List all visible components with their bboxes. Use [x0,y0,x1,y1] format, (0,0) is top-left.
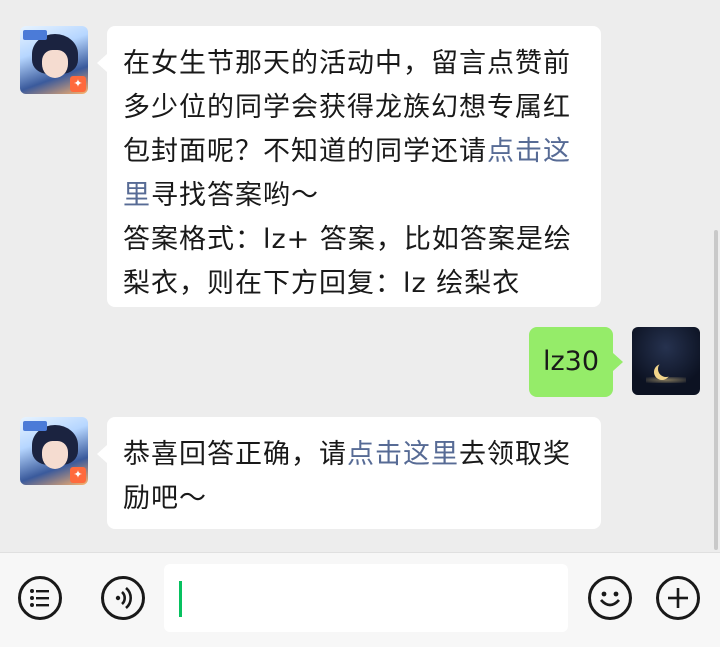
emoji-icon[interactable] [588,576,632,620]
own-avatar[interactable] [632,327,700,395]
scrollbar[interactable] [714,230,718,550]
message-bubble-answer: lz30 [529,327,623,397]
message-input[interactable] [164,564,568,632]
plus-icon[interactable] [656,576,700,620]
message-text: 恭喜回答正确，请 [123,439,347,470]
voice-icon[interactable] [101,576,145,620]
menu-list-icon[interactable] [18,576,62,620]
message-bubble-question: 在女生节那天的活动中，留言点赞前多少位的同学会获得龙族幻想专属红包封面呢？不知道… [97,26,601,307]
sender-avatar[interactable]: ✦ [20,417,88,485]
sender-avatar[interactable]: ✦ [20,26,88,94]
input-toolbar [0,552,720,647]
message-text: 答案格式：lz+ 答案，比如答案是绘梨衣，则在下方回复：lz 绘梨衣 [123,224,572,299]
message-bubble-reply: 恭喜回答正确，请点击这里去领取奖励吧～ [97,417,601,529]
click-here-link[interactable]: 点击这里 [347,439,459,470]
message-text: lz30 [543,346,600,377]
message-text: 寻找答案哟～ [151,180,319,211]
chat-area: ✦ 在女生节那天的活动中，留言点赞前多少位的同学会获得龙族幻想专属红包封面呢？不… [0,0,720,552]
text-cursor [179,581,182,617]
